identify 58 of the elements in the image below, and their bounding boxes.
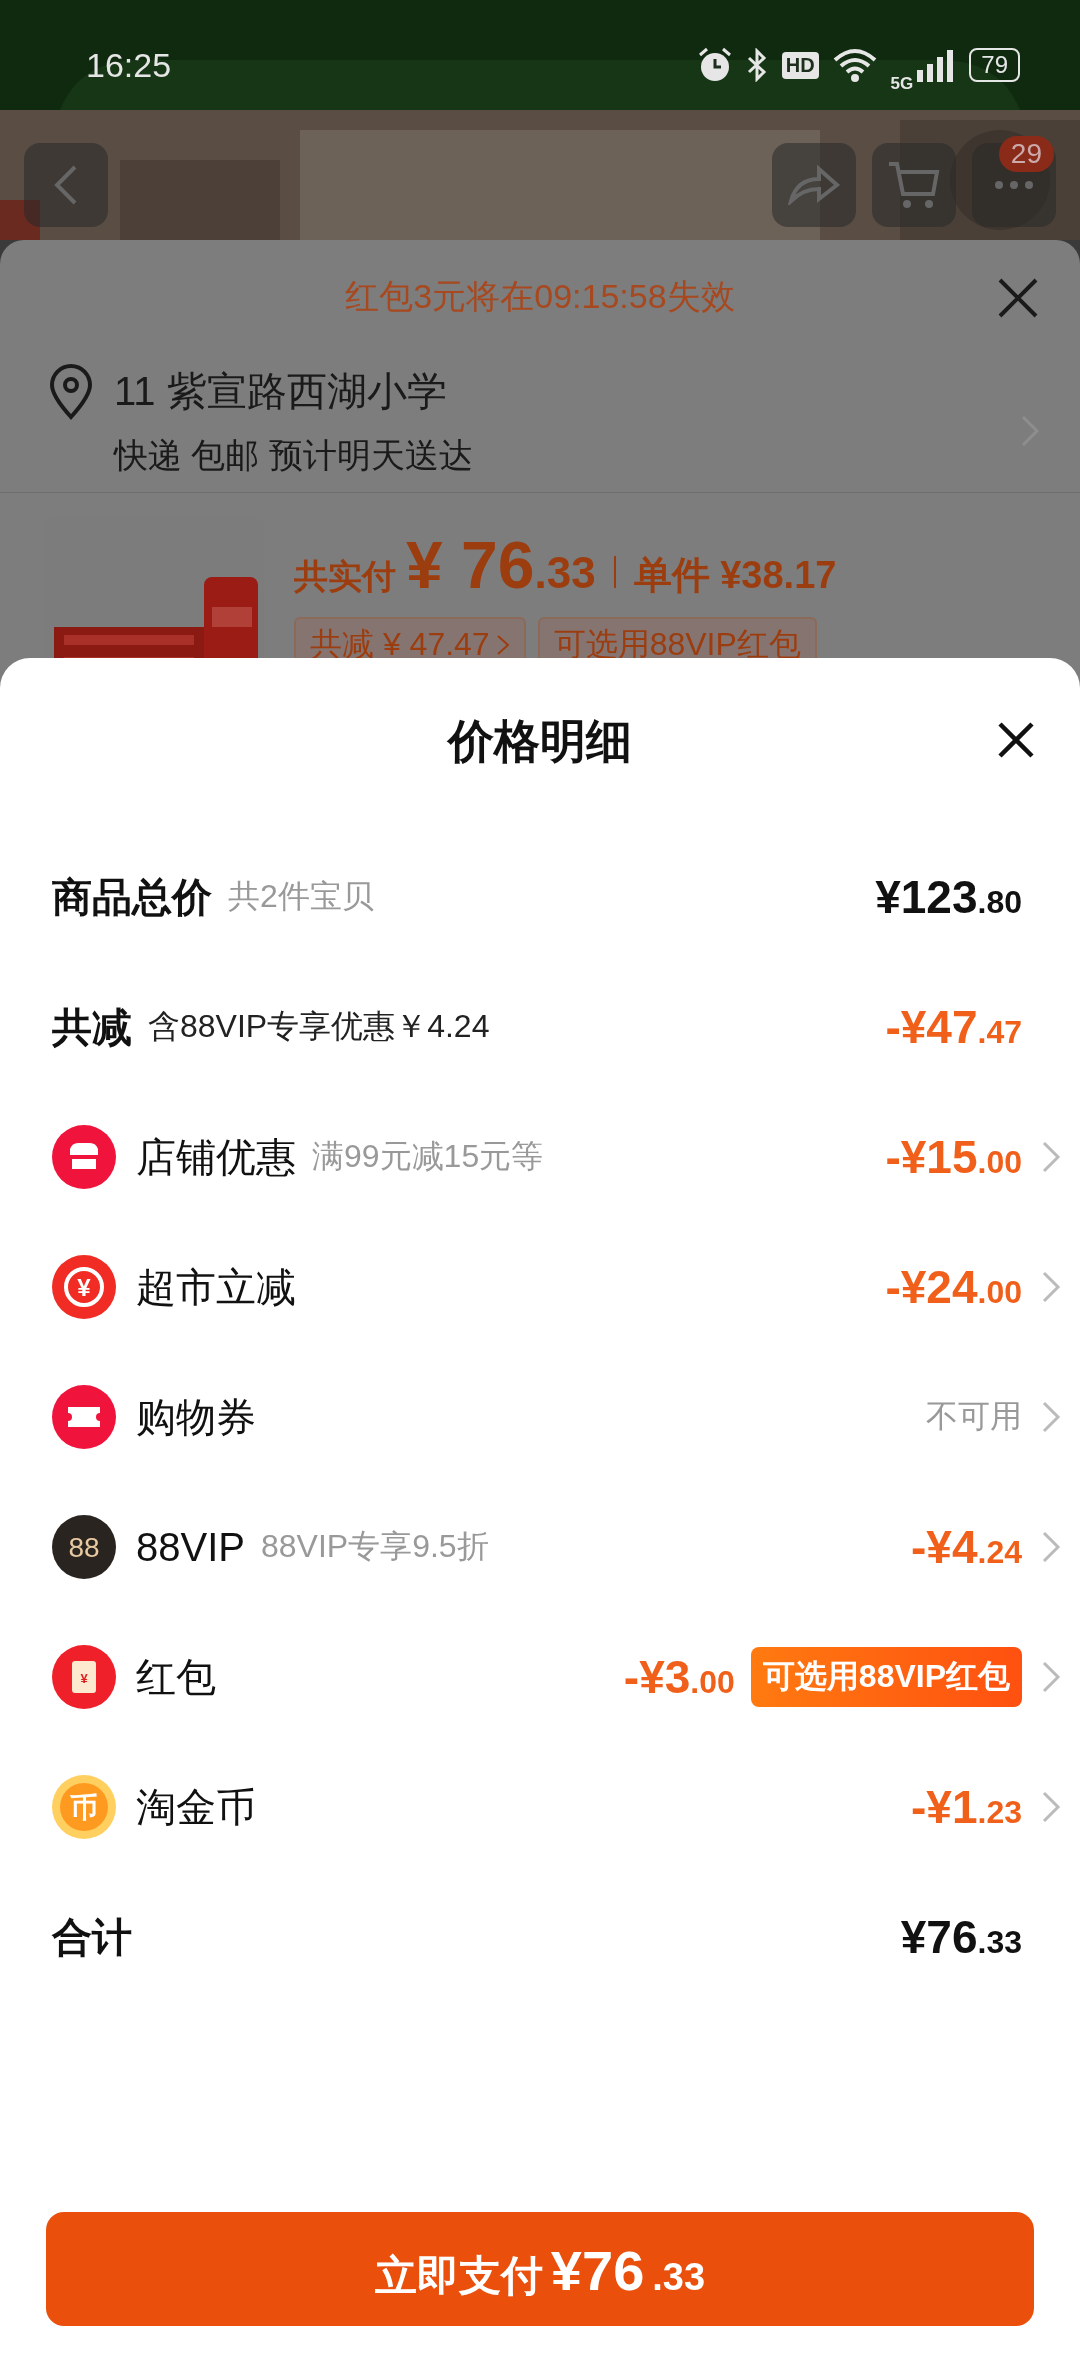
amount: -¥47.47 (885, 1000, 1022, 1054)
envelope-icon: ¥ (52, 1645, 116, 1709)
row-note: 88VIP专享9.5折 (260, 1527, 489, 1566)
clock: 16:25 (86, 45, 172, 85)
row-label: 红包 (136, 1653, 216, 1701)
row-note: 满99元减15元等 (312, 1137, 544, 1176)
shop-icon (52, 1125, 116, 1189)
countdown-text: 红包3元将在09:15:58失效 (345, 276, 735, 317)
cart-button[interactable] (872, 143, 956, 227)
row-label: 超市立减 (136, 1263, 296, 1311)
vip-icon: 88 (52, 1515, 116, 1579)
amount: -¥15.00 (885, 1130, 1022, 1184)
chevron-icon (1041, 1790, 1061, 1824)
alarm-icon (697, 47, 732, 83)
coin-icon: 币 (52, 1775, 116, 1839)
row-label: 合计 (52, 1913, 132, 1961)
chevron-icon (495, 634, 510, 656)
delivery-text: 快递 包邮 预计明天送达 (114, 435, 474, 476)
amount: -¥24.00 (885, 1260, 1022, 1314)
row-note: 含88VIP专享优惠￥4.24 (148, 1007, 490, 1046)
bluetooth-icon (745, 48, 768, 82)
more-icon (994, 180, 1034, 190)
row-label: 购物券 (136, 1393, 256, 1441)
address-text: 11 紫宣路西湖小学 (114, 368, 448, 415)
ticket-icon (52, 1385, 116, 1449)
chevron-icon (1041, 1660, 1061, 1694)
location-pin-icon (48, 364, 94, 420)
vip-tag[interactable]: 可选用88VIP红包 (750, 1647, 1022, 1707)
chevron-icon (1041, 1400, 1061, 1434)
battery-indicator: 79 (969, 48, 1020, 82)
unit-price: 单件 ¥38.17 (633, 553, 837, 598)
row-label: 店铺优惠 (136, 1133, 296, 1181)
share-icon (787, 165, 841, 205)
amount: 不可用 (926, 1397, 1022, 1436)
close-icon[interactable] (996, 720, 1036, 760)
amount: ¥123.80 (875, 870, 1022, 924)
amount: -¥4.24 (911, 1520, 1022, 1574)
cart-icon (887, 160, 941, 210)
chevron-icon (1041, 1530, 1061, 1564)
pay-label: 共实付 (294, 556, 396, 597)
pay-amount: ¥ 76.33 (406, 527, 596, 603)
chevron-icon (1041, 1140, 1061, 1174)
pay-button[interactable]: 立即支付¥76.33 (46, 2212, 1034, 2326)
amount: -¥3.00 (623, 1650, 735, 1704)
amount: -¥1.23 (911, 1780, 1022, 1834)
row-label: 88VIP (136, 1524, 245, 1570)
network-label: 5G (890, 74, 914, 94)
yen-icon: ¥ (52, 1255, 116, 1319)
signal-icon (915, 48, 956, 82)
row-label: 淘金币 (136, 1783, 256, 1831)
wifi-icon (832, 48, 877, 82)
row-label: 共减 (52, 1003, 132, 1051)
sheet-title: 价格明细 (448, 714, 632, 769)
row-label: 商品总价 (52, 873, 212, 921)
row-note: 共2件宝贝 (228, 877, 374, 916)
chevron-icon (1041, 1270, 1061, 1304)
back-button[interactable] (24, 143, 108, 227)
amount: ¥76.33 (900, 1910, 1022, 1964)
